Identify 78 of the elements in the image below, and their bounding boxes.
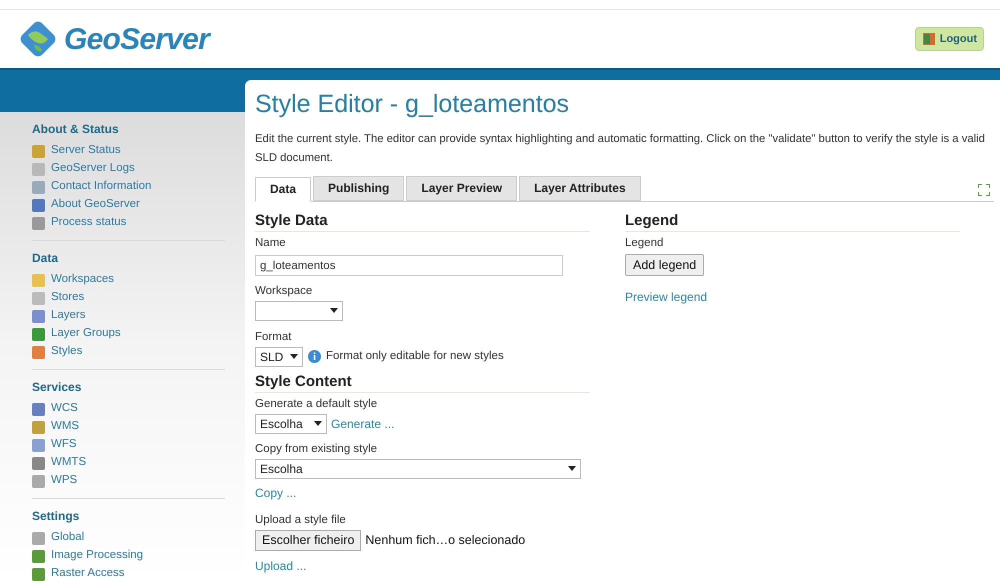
sidebar-item[interactable]: Image Processing [32, 547, 225, 565]
tab[interactable]: Layer Preview [406, 176, 518, 200]
sidebar-item[interactable]: Raster Access [32, 565, 225, 581]
section-heading: Style Data [255, 212, 590, 232]
caret-icon [314, 421, 322, 426]
field-label: Upload a style file [255, 512, 347, 526]
generate-select[interactable]: Escolha [255, 414, 327, 434]
menu-icon [32, 474, 45, 488]
sidebar-heading: Data [32, 250, 60, 267]
logout-button[interactable]: Logout [914, 27, 984, 51]
section-heading: Style Content [255, 372, 590, 392]
menu-icon [32, 274, 45, 286]
sidebar-item[interactable]: Global [32, 529, 225, 547]
tab[interactable]: Data [255, 176, 312, 202]
page-title: Style Editor - g_loteamentos [255, 89, 570, 120]
caret-icon [568, 466, 576, 471]
field-label: Name [255, 236, 287, 250]
file-status: Nenhum fich…o selecionado [365, 532, 526, 549]
menu-icon [32, 438, 45, 452]
door-icon [922, 32, 936, 46]
field-label: Legend [625, 236, 664, 250]
section-heading: Legend [625, 212, 960, 232]
sidebar-item[interactable]: About GeoServer [32, 196, 225, 214]
menu-icon [32, 420, 45, 434]
menu-icon [32, 292, 45, 304]
format-select[interactable]: SLD [255, 346, 303, 366]
menu-icon [32, 568, 45, 580]
sidebar-item[interactable]: Process status [32, 214, 225, 232]
menu-icon [32, 402, 45, 416]
menu-icon [32, 328, 45, 340]
menu-icon [32, 216, 45, 230]
menu-icon [32, 198, 45, 212]
sidebar-item[interactable]: WPS [32, 472, 225, 490]
logo-text: GeoServer [64, 22, 210, 58]
link[interactable]: Copy ... [255, 486, 296, 500]
sidebar-heading: Services [32, 379, 82, 396]
menu-icon [32, 310, 45, 322]
choose-file-button[interactable]: Escolher ficheiro [255, 530, 362, 550]
field-label: Generate a default style [255, 396, 378, 410]
menu-icon [32, 346, 45, 358]
name-field[interactable]: g_loteamentos [255, 255, 563, 276]
tab[interactable]: Layer Attributes [519, 176, 641, 200]
caret-icon [290, 354, 298, 359]
menu-icon [32, 550, 45, 562]
field-label: Copy from existing style [255, 442, 378, 456]
sidebar-item[interactable]: Server Status [32, 142, 225, 160]
link[interactable]: Upload ... [255, 558, 306, 572]
sidebar-item[interactable]: Styles [32, 343, 225, 361]
sidebar-item[interactable]: Contact Information [32, 178, 225, 196]
field-label: Workspace [255, 284, 314, 298]
sidebar-item[interactable]: Layers [32, 307, 225, 325]
sidebar-heading: About & Status [32, 121, 120, 138]
tab[interactable]: Publishing [313, 176, 404, 200]
copy-select[interactable]: Escolha [255, 458, 581, 478]
sidebar-item[interactable]: Workspaces [32, 271, 225, 289]
sidebar-item[interactable]: WCS [32, 400, 225, 418]
sidebar-item[interactable]: Layer Groups [32, 325, 225, 343]
sidebar-item[interactable]: WMTS [32, 454, 225, 472]
workspace-select[interactable] [255, 300, 343, 320]
page-description: Edit the current style. The editor can provide syntax highlighting and automatic formatting. Click on the "validate" button to verify the style is a valid SLD document. [255, 132, 986, 166]
format-note: Format only editable for new styles [326, 348, 504, 364]
link[interactable]: Preview legend [625, 290, 708, 304]
caret-icon [330, 308, 338, 313]
link[interactable]: Generate ... [331, 414, 394, 432]
sidebar-heading: Settings [32, 508, 80, 525]
menu-icon [32, 532, 45, 544]
menu-icon [32, 144, 45, 158]
info-icon [308, 350, 321, 363]
menu-icon [32, 162, 45, 176]
menu-icon [32, 180, 45, 194]
field-label: Format [255, 330, 292, 344]
menu-icon [32, 456, 45, 470]
sidebar-item[interactable]: WFS [32, 436, 225, 454]
sidebar-item[interactable]: GeoServer Logs [32, 160, 225, 178]
add-legend-button[interactable]: Add legend [625, 254, 704, 276]
sidebar-item[interactable]: Stores [32, 289, 225, 307]
expand-icon [978, 184, 990, 196]
sidebar-item[interactable]: WMS [32, 418, 225, 436]
